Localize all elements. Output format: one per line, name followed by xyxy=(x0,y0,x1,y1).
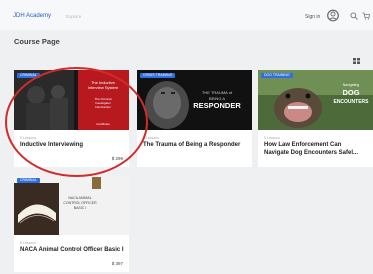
svg-text:THE TRAUMA of: THE TRAUMA of xyxy=(202,90,233,95)
category-tag: CRISIS TRAINING xyxy=(140,73,176,78)
course-title[interactable]: The Trauma of Being a Responder xyxy=(143,142,247,150)
course-card-dog-encounters[interactable]: Navigating DOG ENCOUNTERS DOG TRAINING 5… xyxy=(258,70,373,167)
svg-text:ENCOUNTERS: ENCOUNTERS xyxy=(333,99,369,105)
grid-view-icon[interactable] xyxy=(353,58,361,64)
course-image-naca: NACA ANIMAL CONTROL OFFICER BASIC I xyxy=(14,175,129,235)
brand-logo[interactable]: JDH Academy xyxy=(13,13,51,19)
course-price: $ 397 xyxy=(111,261,123,266)
course-thumbnail[interactable]: Navigating DOG ENCOUNTERS DOG TRAINING xyxy=(258,70,373,130)
course-title[interactable]: NACA Animal Control Officer Basic I xyxy=(20,247,124,255)
svg-text:DOG: DOG xyxy=(342,88,359,97)
svg-text:BASIC I: BASIC I xyxy=(74,206,86,210)
page-title: Course Page xyxy=(14,37,60,46)
cart-icon[interactable] xyxy=(362,12,370,20)
course-card-trauma-responder[interactable]: THE TRAUMA of BEING A RESPONDER CRISIS T… xyxy=(137,70,252,167)
course-lesson-count: 5 Lessons xyxy=(20,241,36,245)
top-navbar: JDH Academy Explore Sign in xyxy=(0,0,373,30)
svg-text:CONTROL OFFICER: CONTROL OFFICER xyxy=(63,201,97,205)
category-tag: DOG TRAINING xyxy=(261,73,293,78)
nav-link-explore[interactable]: Explore xyxy=(66,14,81,19)
sign-in-link[interactable]: Sign in xyxy=(305,14,320,20)
search-icon[interactable] xyxy=(350,12,358,20)
course-lesson-count: 5 Lessons xyxy=(264,136,280,140)
course-thumbnail[interactable]: THE TRAUMA of BEING A RESPONDER CRISIS T… xyxy=(137,70,252,130)
svg-text:Navigating: Navigating xyxy=(343,83,360,87)
course-card-naca-animal-control[interactable]: NACA ANIMAL CONTROL OFFICER BASIC I CRIM… xyxy=(14,175,129,272)
annotation-circle xyxy=(5,67,148,177)
category-tag: CRIMINAL xyxy=(17,178,40,183)
course-thumbnail[interactable]: NACA ANIMAL CONTROL OFFICER BASIC I CRIM… xyxy=(14,175,129,235)
course-image-trauma: THE TRAUMA of BEING A RESPONDER xyxy=(137,70,252,130)
course-title[interactable]: How Law Enforcement Can Navigate Dog Enc… xyxy=(264,142,368,157)
course-image-dog: Navigating DOG ENCOUNTERS xyxy=(258,70,373,130)
svg-text:NACA ANIMAL: NACA ANIMAL xyxy=(68,196,91,200)
svg-text:RESPONDER: RESPONDER xyxy=(193,101,241,110)
user-avatar-icon[interactable] xyxy=(327,9,339,22)
